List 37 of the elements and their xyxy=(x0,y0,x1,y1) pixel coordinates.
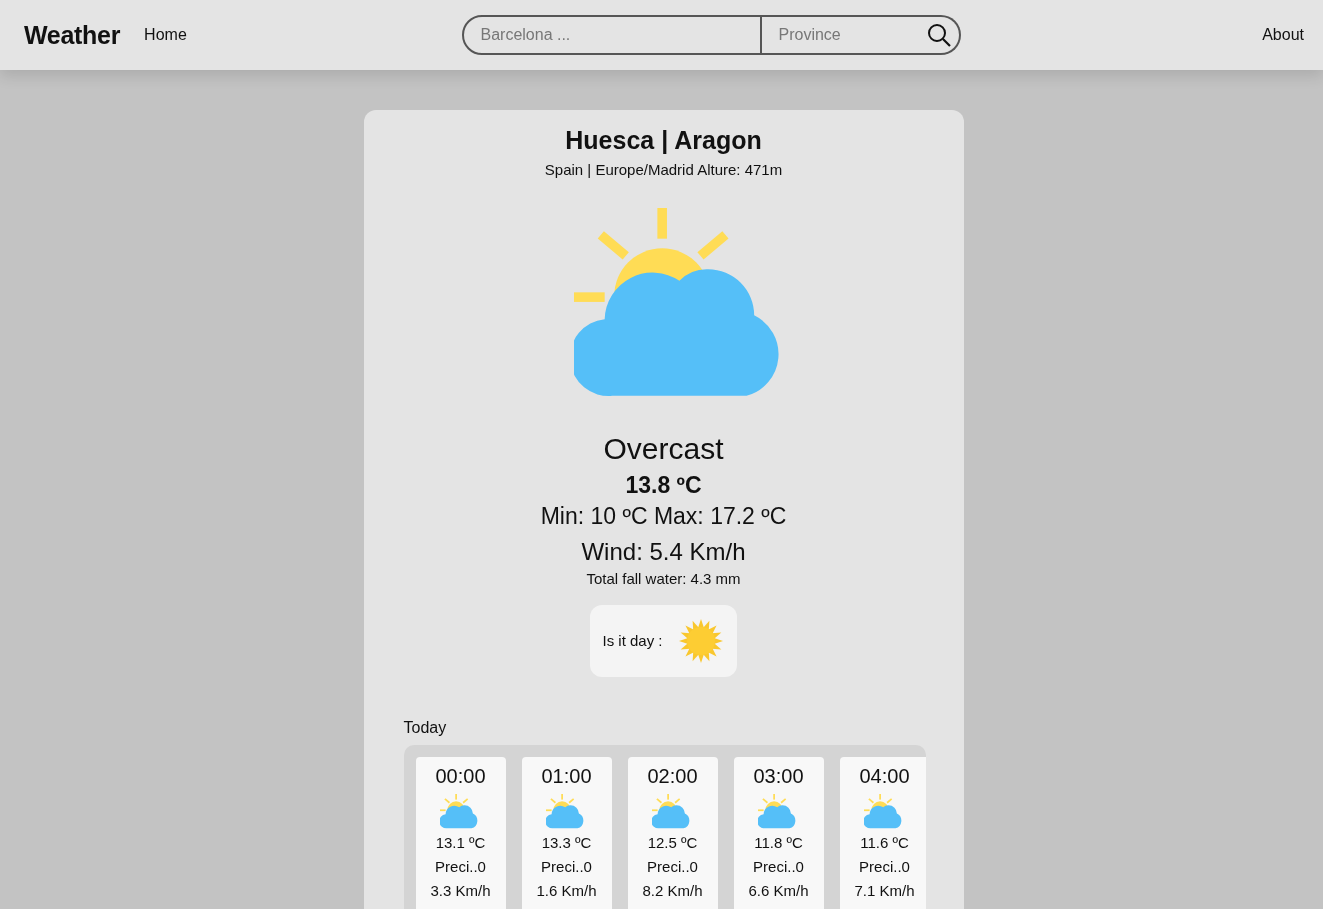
hour-precipitation: Preci..0 xyxy=(647,857,698,878)
nav-link[interactable]: Home xyxy=(144,26,187,44)
province-input[interactable]: Province xyxy=(762,15,924,55)
hour-time: 04:00 xyxy=(859,763,910,789)
hour-time: 01:00 xyxy=(541,763,592,789)
hour-time: 03:00 xyxy=(753,763,804,789)
hour-precipitation: Preci..0 xyxy=(859,857,910,878)
hour-precipitation: Preci..0 xyxy=(541,857,592,878)
hour-temperature: 13.3 ºC xyxy=(541,833,592,854)
day-label: Is it day : xyxy=(602,632,663,649)
location-subtitle: Spain | Europe/Madrid Alture: 471m xyxy=(543,161,784,178)
search-button[interactable] xyxy=(923,15,962,55)
current-temperature: 13.8 ºC xyxy=(624,471,703,499)
nav-link[interactable]: About xyxy=(1262,26,1304,44)
hour-wind: 8.2 Km/h xyxy=(642,881,703,902)
brand-logo: Weather xyxy=(24,20,121,50)
hour-temperature: 11.8 ºC xyxy=(754,833,803,854)
hour-time: 02:00 xyxy=(647,763,698,789)
hour-precipitation: Preci..0 xyxy=(753,857,804,878)
search-icon xyxy=(927,23,952,47)
sun-icon xyxy=(678,618,723,663)
min-max-temperature: Min: 10 ºC Max: 17.2 ºC xyxy=(539,502,788,530)
hour-wind: 3.3 Km/h xyxy=(430,881,491,902)
wind-speed: Wind: 5.4 Km/h xyxy=(580,537,747,566)
weather-condition: Overcast xyxy=(602,431,725,466)
hour-wind: 7.1 Km/h xyxy=(854,881,915,902)
city-input[interactable]: Barcelona ... xyxy=(462,15,763,55)
hour-temperature: 11.6 ºC xyxy=(860,833,909,854)
total-fall-water: Total fall water: 4.3 mm xyxy=(585,569,742,587)
hour-temperature: 13.1 ºC xyxy=(435,833,486,854)
hour-wind: 1.6 Km/h xyxy=(536,881,597,902)
hour-temperature: 12.5 ºC xyxy=(647,833,698,854)
hour-wind: 6.6 Km/h xyxy=(748,881,809,902)
section-heading: Today xyxy=(403,718,448,737)
hour-precipitation: Preci..0 xyxy=(435,857,486,878)
hour-time: 00:00 xyxy=(435,763,486,789)
location-title: Huesca | Aragon xyxy=(564,126,763,155)
